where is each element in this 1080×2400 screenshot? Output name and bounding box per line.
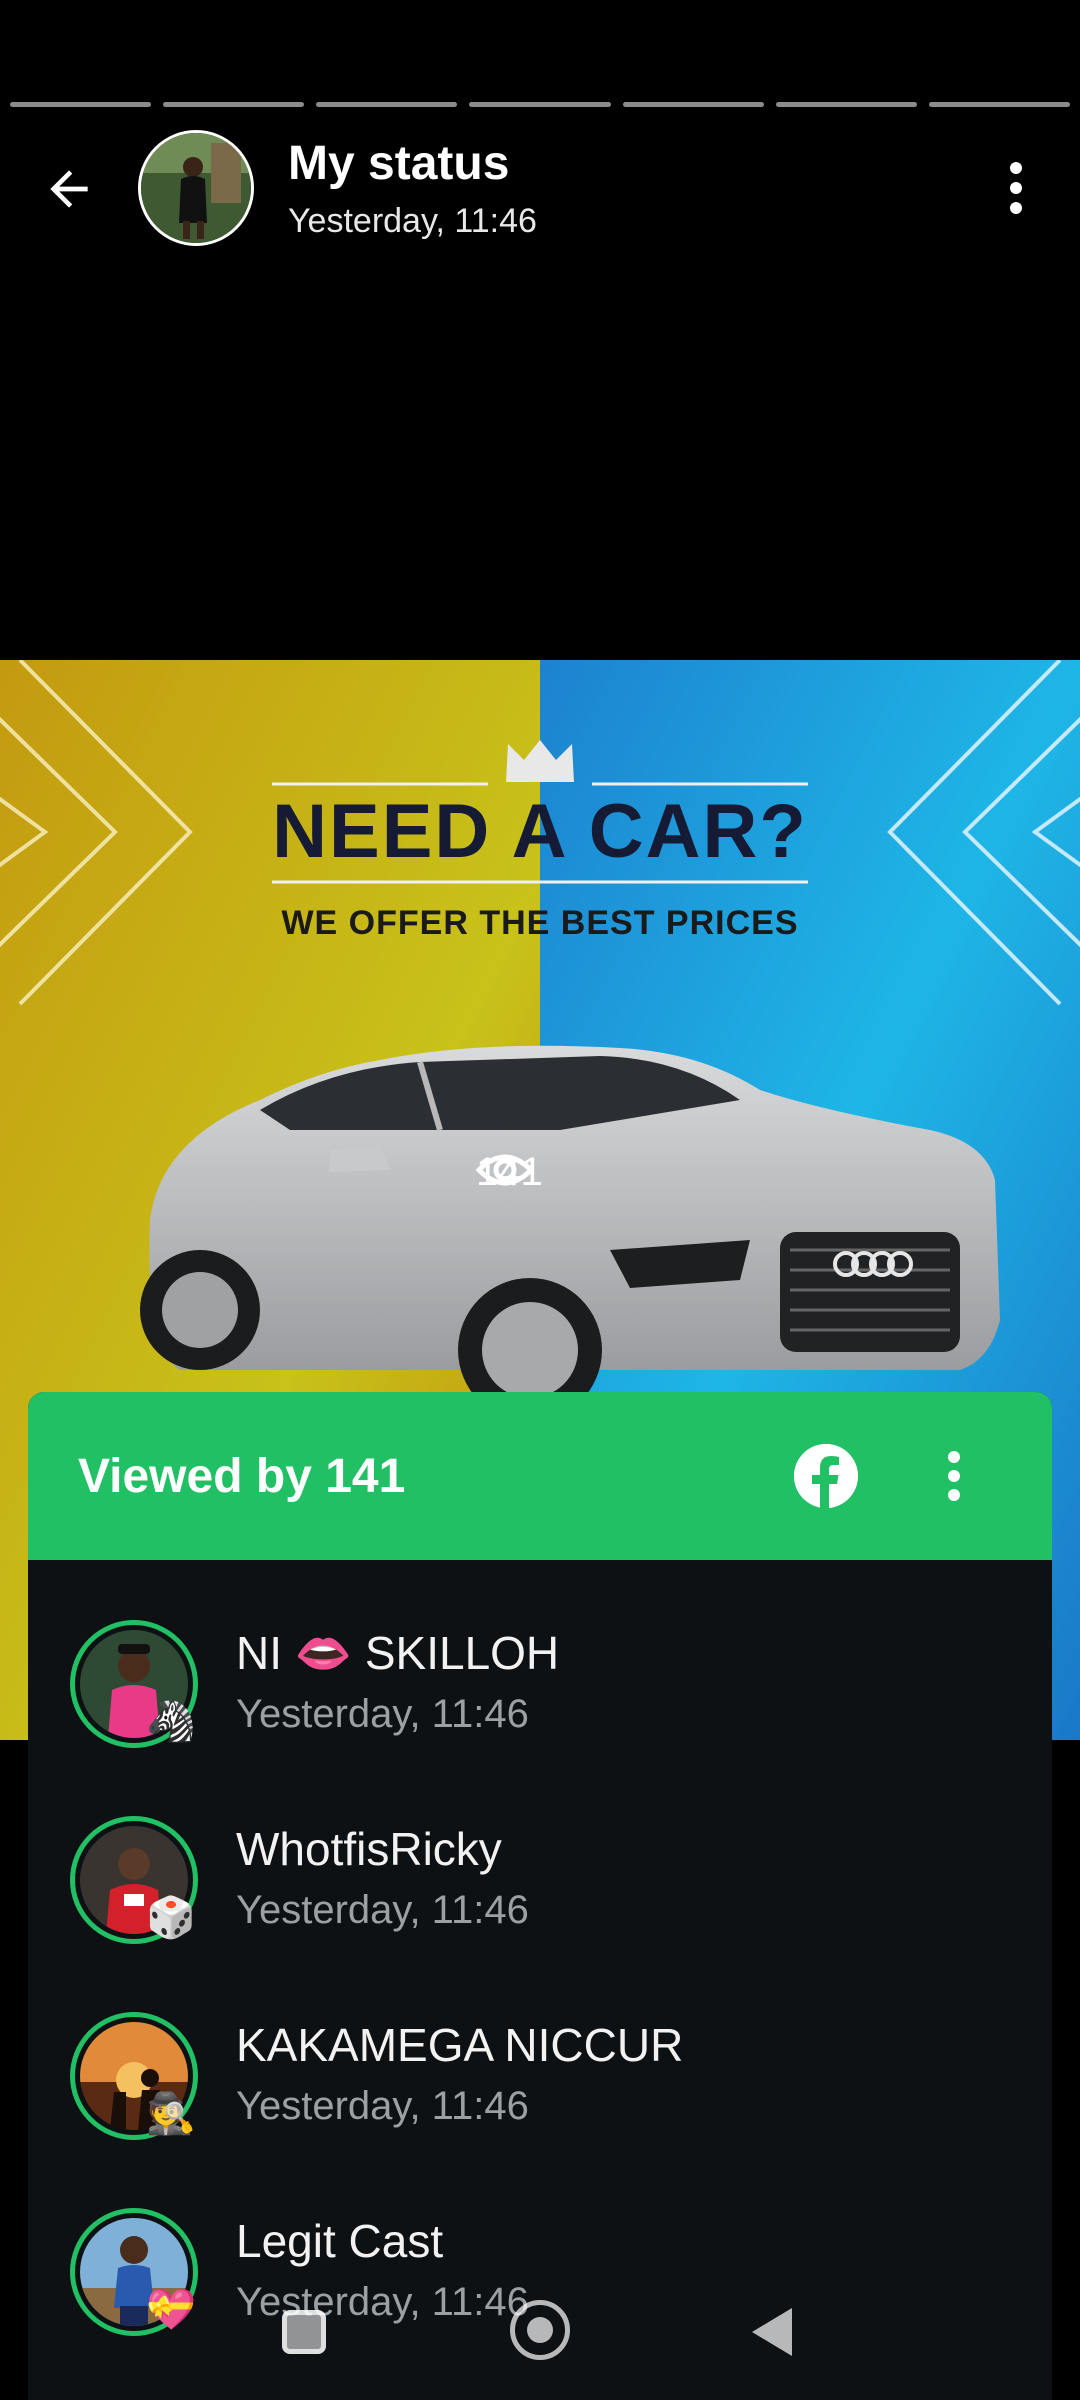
arrow-left-icon: [50, 170, 88, 208]
back-button[interactable]: [34, 154, 104, 224]
viewer-item[interactable]: 🕵 KAKAMEGA NICCUR Yesterday, 11:46: [28, 2012, 1052, 2208]
progress-segment: [469, 102, 611, 107]
progress-segment: [163, 102, 305, 107]
system-back-button[interactable]: [752, 2308, 792, 2356]
more-vert-icon: [1010, 162, 1022, 214]
system-nav-bar: [0, 2270, 1080, 2400]
viewer-name: NI 👄 SKILLOH: [236, 1627, 560, 1679]
view-counter[interactable]: 141: [476, 1150, 543, 1195]
viewer-name: KAKAMEGA NICCUR: [236, 2019, 684, 2071]
viewed-by-title: Viewed by 141: [78, 1449, 406, 1503]
page-title: My status: [288, 137, 510, 190]
menu-button[interactable]: [976, 148, 1056, 228]
progress-segment: [775, 102, 917, 107]
viewer-time: Yesterday, 11:46: [236, 1888, 529, 1932]
progress-segment: [622, 102, 764, 107]
more-vert-icon: [948, 1451, 960, 1501]
viewers-sheet-header[interactable]: Viewed by 141: [28, 1392, 1052, 1560]
progress-segment: [10, 102, 152, 107]
status-timestamp: Yesterday, 11:46: [288, 202, 537, 240]
viewers-sheet: Viewed by 141 🦓 NI 👄 SKILLOH Yesterday, …: [28, 1392, 1052, 2400]
viewer-item[interactable]: 🎲 WhotfisRicky Yesterday, 11:46: [28, 1816, 1052, 2012]
viewer-time: Yesterday, 11:46: [236, 2084, 529, 2128]
viewer-item[interactable]: 🦓 NI 👄 SKILLOH Yesterday, 11:46: [28, 1620, 1052, 1816]
viewers-menu-button[interactable]: [934, 1436, 974, 1516]
eye-icon: [476, 1154, 534, 1186]
viewer-name: WhotfisRicky: [236, 1823, 502, 1875]
avatar-image: [141, 133, 251, 243]
status-header: My status Yesterday, 11:46: [0, 128, 1080, 248]
viewer-name: Legit Cast: [236, 2215, 444, 2267]
avatar[interactable]: [138, 130, 254, 246]
status-subline: WE OFFER THE BEST PRICES: [281, 904, 799, 942]
viewer-emoji-badge: 🎲: [146, 1896, 196, 1940]
progress-segment: [928, 102, 1070, 107]
progress-segment: [316, 102, 458, 107]
recents-button[interactable]: [282, 2310, 326, 2354]
status-progress-bar: [10, 102, 1070, 107]
viewer-emoji-badge: 🦓: [146, 1700, 196, 1744]
home-button[interactable]: [510, 2300, 570, 2360]
share-facebook-button[interactable]: [794, 1444, 858, 1508]
viewer-emoji-badge: 🕵: [146, 2092, 196, 2136]
viewer-time: Yesterday, 11:46: [236, 1692, 529, 1736]
status-headline: NEED A CAR?: [272, 789, 808, 874]
facebook-icon: [794, 1444, 858, 1508]
